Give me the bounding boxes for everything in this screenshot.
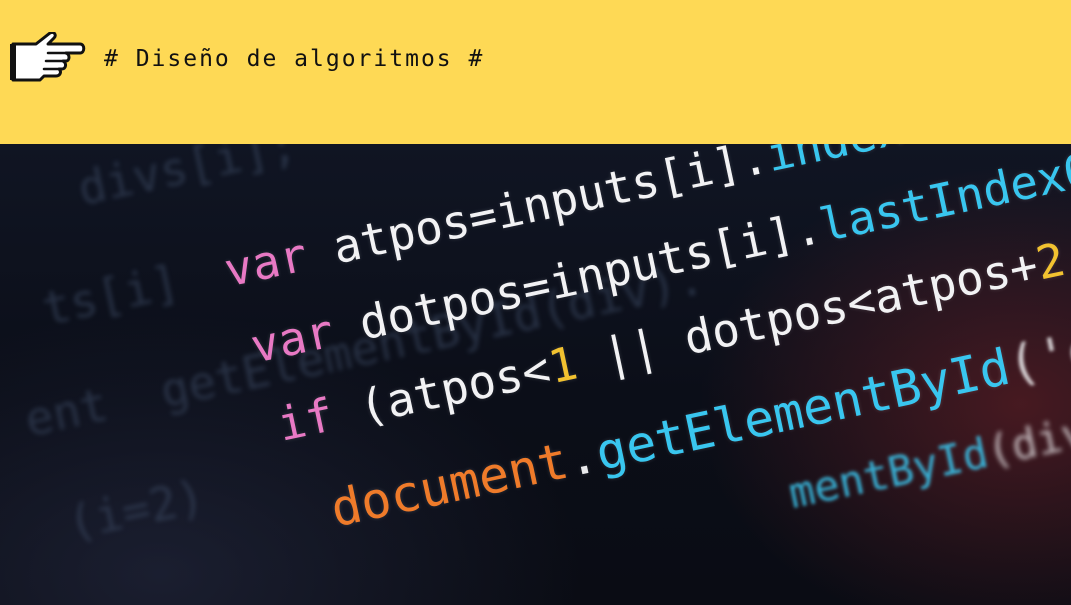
banner-header: # Diseño de algoritmos # xyxy=(0,0,1071,144)
code-text: (div).inner xyxy=(982,370,1071,476)
code-object: document xyxy=(325,431,574,539)
pointing-hand-icon xyxy=(10,32,86,82)
code-function: mentById xyxy=(784,428,993,519)
code-snippet: divs[i]; ts[i] ent getElementById(div). … xyxy=(20,144,1071,551)
code-background-image: divs[i]; ts[i] ent getElementById(div). … xyxy=(0,144,1071,605)
page-title: # Diseño de algoritmos # xyxy=(104,46,485,72)
